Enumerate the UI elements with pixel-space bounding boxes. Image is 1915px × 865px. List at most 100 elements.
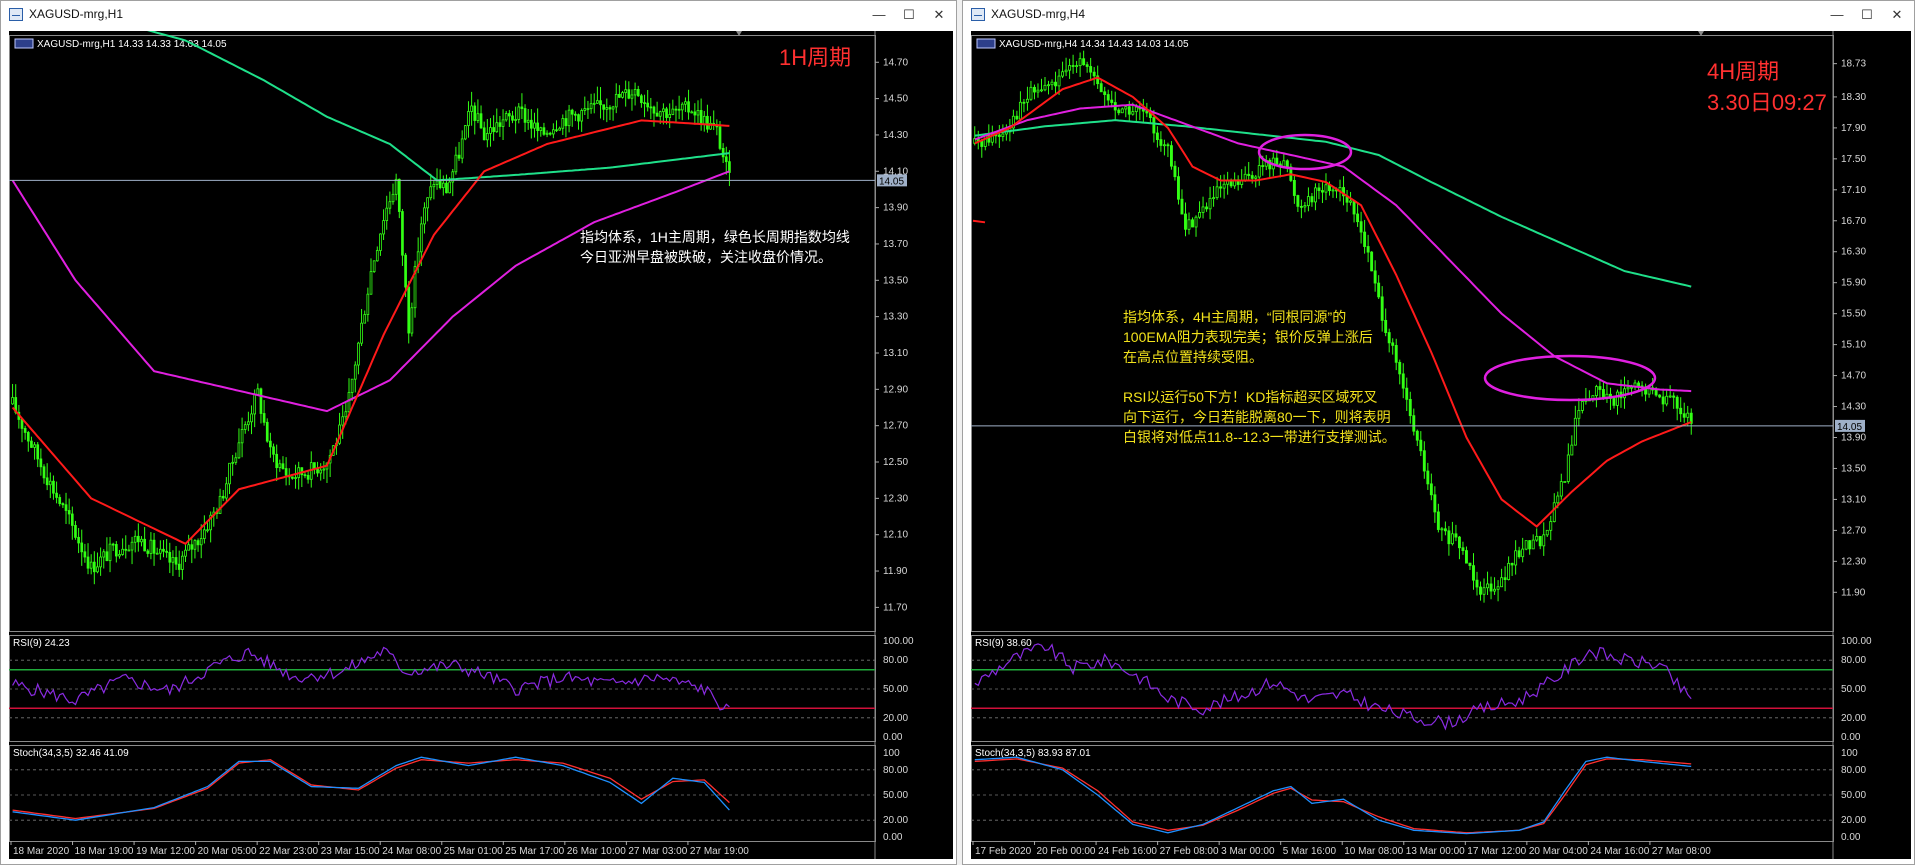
candle-body (457, 154, 461, 159)
close-button[interactable]: ✕ (924, 4, 954, 26)
candle-body (45, 477, 49, 486)
candle-body (171, 557, 175, 563)
maximize-button[interactable]: ☐ (1852, 4, 1882, 26)
candle-body (256, 388, 260, 395)
candle-body (272, 446, 275, 455)
candle-body (1468, 562, 1472, 567)
candle-body (108, 543, 112, 562)
price-tick-label: 14.70 (1841, 371, 1866, 382)
time-tick-label: 27 Mar 19:00 (690, 846, 749, 857)
candle-body (181, 555, 184, 570)
candle-body (1306, 196, 1310, 207)
candle-body (467, 111, 470, 127)
candle-body (1510, 562, 1514, 566)
candle (1370, 251, 1374, 272)
close-button[interactable]: ✕ (1882, 4, 1912, 26)
candle-body (1594, 386, 1598, 397)
candle-body (1443, 528, 1447, 532)
candle-body (1106, 94, 1110, 101)
candle-body (592, 102, 596, 105)
candle-body (1299, 205, 1303, 208)
analysis-note-line: 在高点位置持续受阻。 (1123, 349, 1263, 365)
candle-body (1120, 108, 1124, 114)
candle-body (1528, 540, 1532, 550)
candle-body (1630, 386, 1633, 389)
price-tick-label: 12.30 (883, 493, 908, 504)
candle-body (1068, 65, 1072, 71)
time-tick-label: 20 Mar 04:00 (1529, 846, 1588, 857)
candle-body (665, 108, 668, 118)
candle-body (504, 113, 508, 121)
candle-body (341, 416, 345, 426)
candle-body (536, 122, 539, 131)
candle-body (1071, 65, 1075, 67)
maximize-button[interactable]: ☐ (894, 4, 924, 26)
candle-body (388, 201, 392, 209)
candle-body (146, 550, 150, 554)
candle-body (1184, 213, 1187, 230)
time-tick-label: 17 Mar 12:00 (1467, 846, 1526, 857)
price-tick-label: 14.70 (883, 57, 908, 68)
timeframe-label: 1H周期 (779, 45, 851, 70)
candle-body (980, 140, 984, 147)
candle-body (397, 178, 401, 212)
window-titlebar[interactable]: XAGUSD-mrg,H4 — ☐ ✕ (963, 1, 1914, 29)
chart-window-h4[interactable]: XAGUSD-mrg,H4 — ☐ ✕ 18.73 18.30 17.90 17.50… (962, 0, 1915, 865)
candle-body (690, 111, 694, 114)
candle-body (265, 421, 269, 442)
candle-body (470, 105, 473, 112)
last-price-label: 14.05 (879, 176, 904, 187)
candle-body (498, 122, 502, 127)
candle-body (1310, 196, 1314, 203)
candle-body (1580, 401, 1584, 411)
candle-body (124, 548, 128, 551)
candle-body (1201, 206, 1205, 213)
rsi-tick-label: 50.00 (883, 684, 908, 695)
candle-body (476, 113, 480, 121)
candle-body (479, 113, 483, 129)
window-titlebar[interactable]: XAGUSD-mrg,H1 — ☐ ✕ (1, 1, 956, 29)
candle-body (1387, 332, 1391, 344)
candle-body (1552, 502, 1556, 522)
candle-body (501, 119, 505, 127)
rsi-tick-label: 100.00 (883, 636, 914, 647)
candle-body (1317, 187, 1321, 191)
chart-canvas[interactable]: 18.73 18.30 17.90 17.50 17.10 16.70 16.30 15.90… (971, 31, 1911, 859)
candle-body (1208, 197, 1212, 210)
candle-body (658, 111, 662, 117)
chart-canvas[interactable]: 14.7014.5014.3014.1013.9013.7013.5013.30… (9, 31, 953, 859)
candle-body (86, 556, 90, 569)
candle-body (1556, 495, 1560, 504)
chart-area[interactable]: 18.73 18.30 17.90 17.50 17.10 16.70 16.30 15.90… (971, 31, 1911, 859)
chart-window-h1[interactable]: XAGUSD-mrg,H1 — ☐ ✕ 14.70 14.50 14.30 14.10… (0, 0, 957, 865)
candle (265, 418, 269, 443)
candle-body (1159, 139, 1163, 146)
candle-body (1352, 200, 1356, 215)
price-tick-label: 11.70 (883, 602, 908, 613)
candle-body (42, 466, 46, 479)
chart-area[interactable]: 14.70 14.50 14.30 14.10 13.90 13.70 13.50 13.30… (9, 31, 953, 859)
candle-body (1212, 197, 1216, 200)
time-tick-label: 20 Feb 00:00 (1037, 846, 1096, 857)
candle-body (1535, 535, 1539, 541)
candle-body (1078, 58, 1082, 66)
candle-body (1162, 144, 1166, 147)
candle-body (1559, 481, 1563, 497)
candle-body (511, 115, 514, 121)
candle-body (1482, 587, 1486, 595)
candle-body (291, 476, 294, 479)
minimize-button[interactable]: — (864, 4, 894, 26)
candle-body (1061, 71, 1065, 77)
candle-body (23, 428, 27, 433)
symbol-flag-icon (976, 38, 996, 49)
candle-body (322, 468, 326, 471)
candle-body (1521, 548, 1525, 558)
stoch-tick-label: 100 (1841, 748, 1858, 759)
minimize-button[interactable]: — (1822, 4, 1852, 26)
candle-body (1415, 430, 1419, 441)
candle-body (275, 453, 279, 469)
candle-body (530, 119, 533, 129)
candle-body (545, 132, 549, 135)
candle-body (1229, 180, 1233, 187)
analysis-note-line: 今日亚洲早盘被跌破，关注收盘价情况。 (580, 249, 832, 265)
